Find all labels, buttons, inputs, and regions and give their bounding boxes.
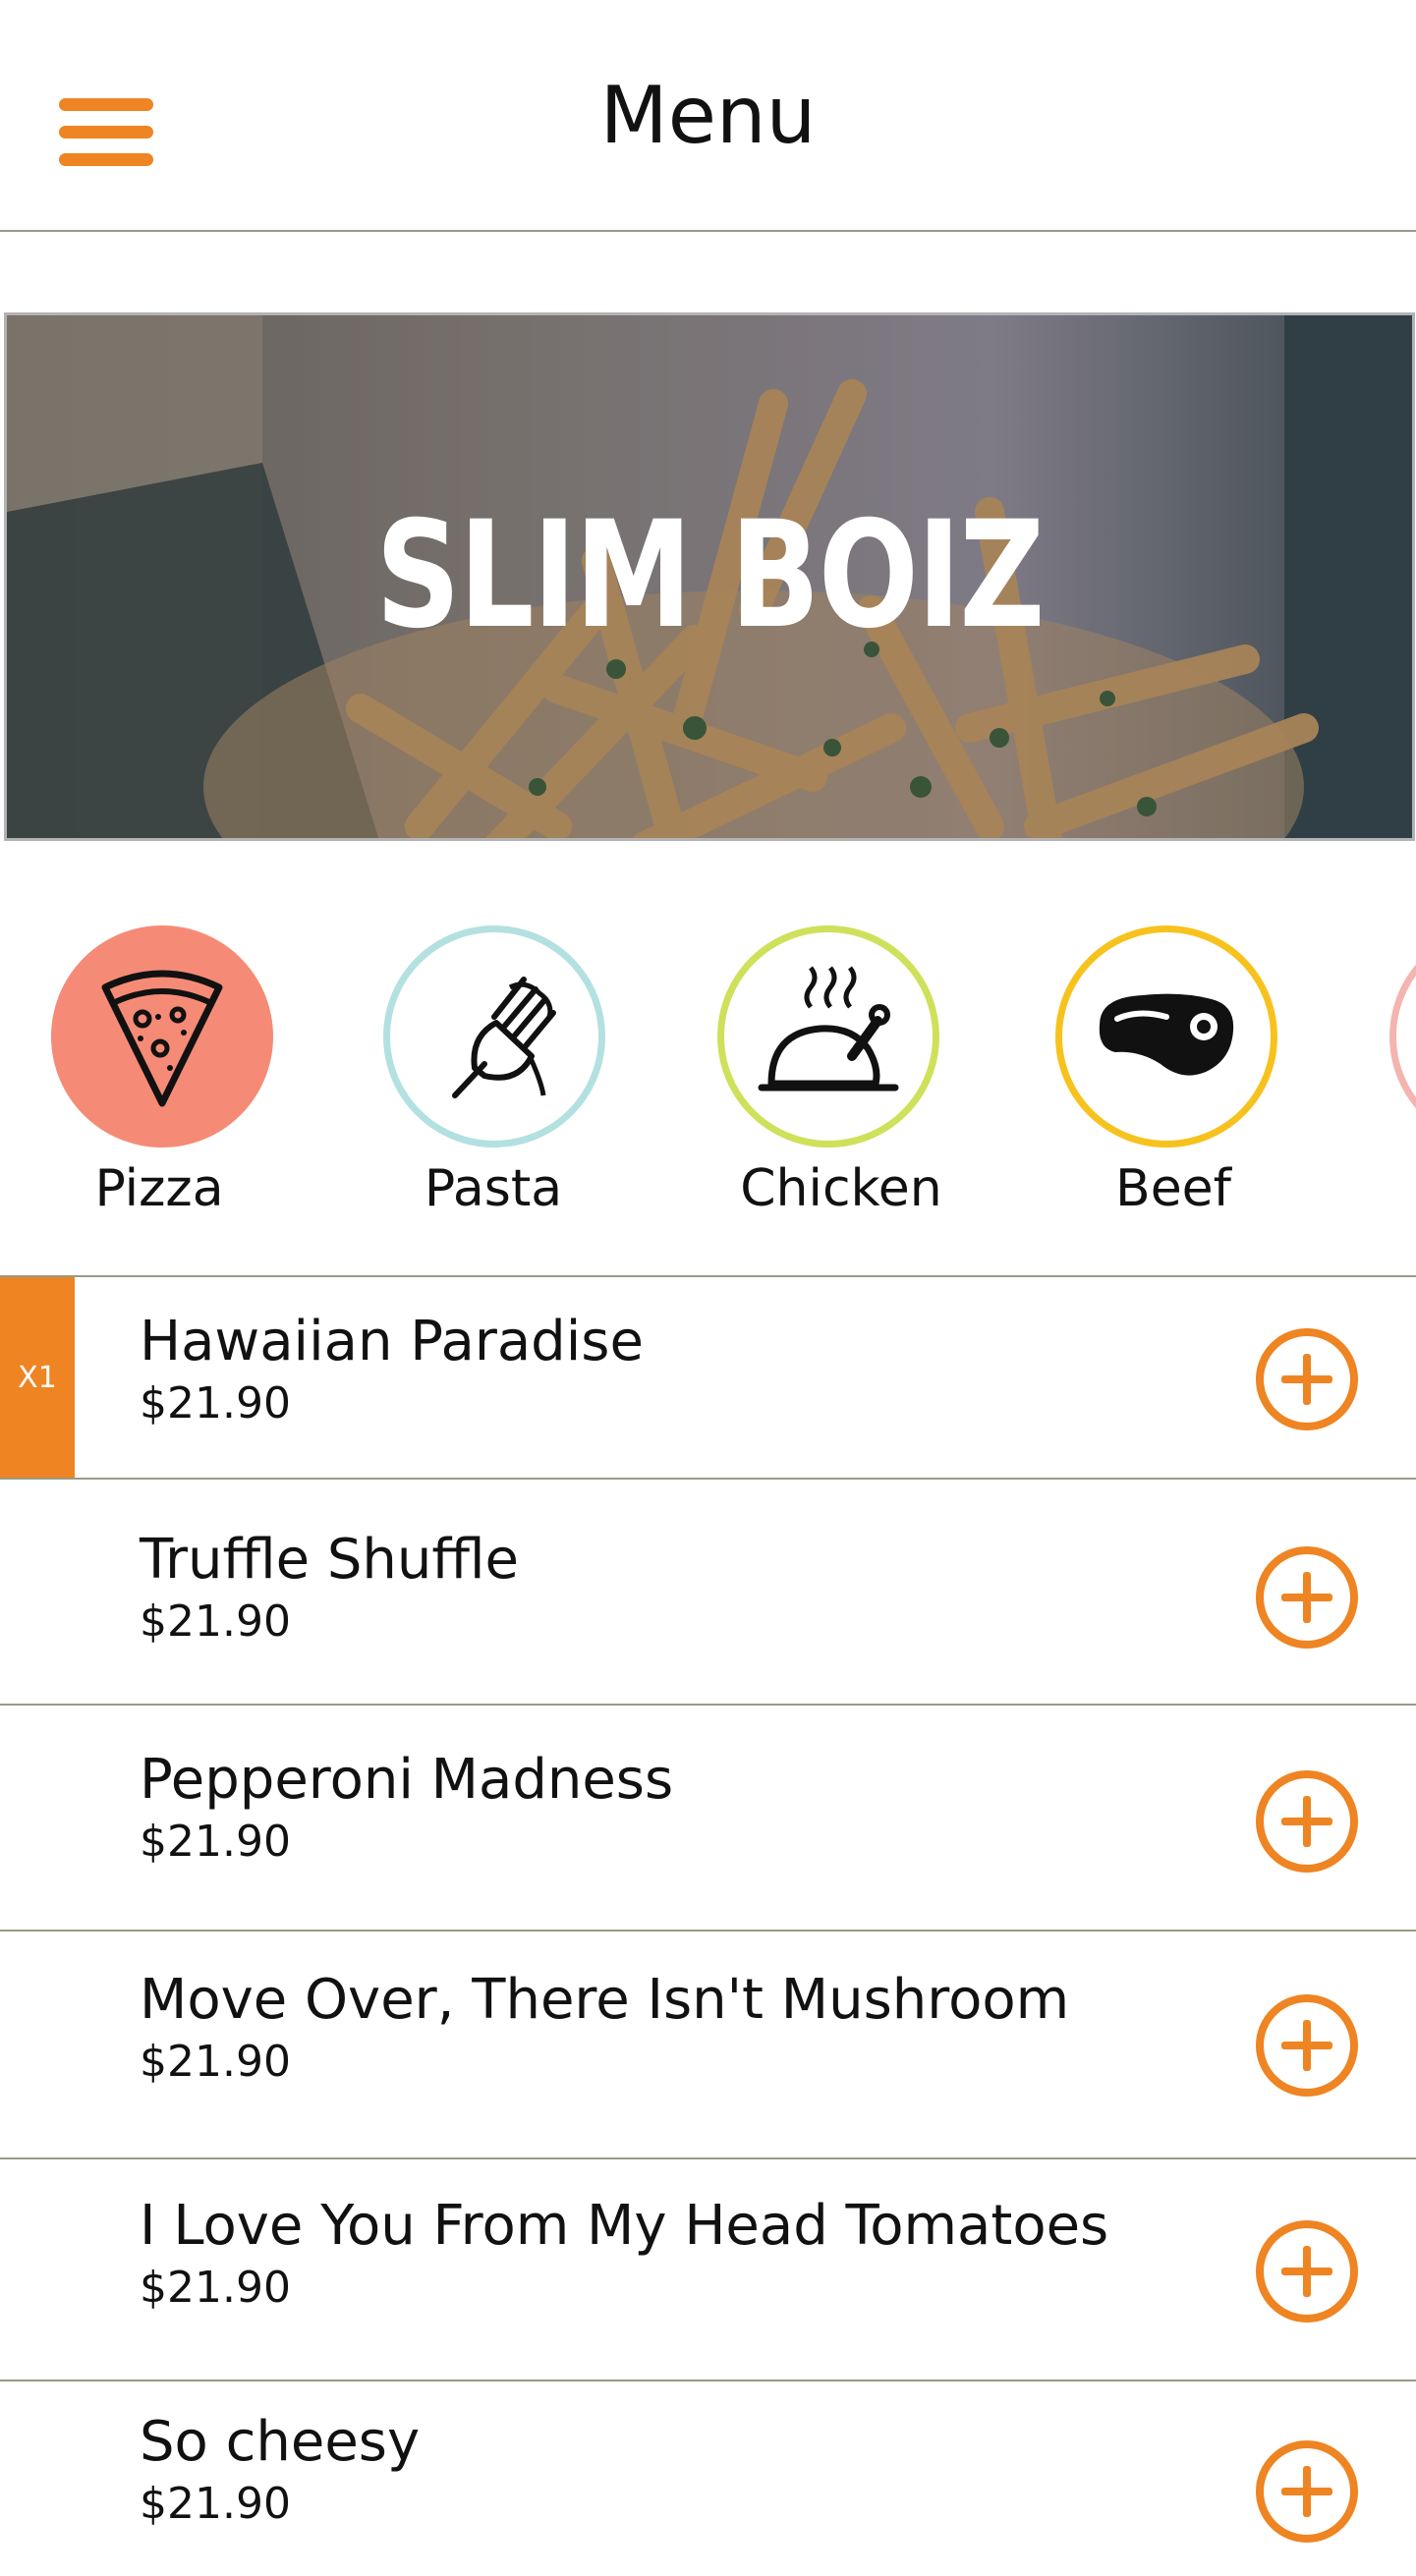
item-name: Move Over, There Isn't Mushroom — [140, 1968, 1070, 2032]
list-item[interactable]: Move Over, There Isn't Mushroom $21.90 — [0, 1930, 1416, 2157]
category-label: Beef — [1115, 1159, 1231, 1218]
item-name: Hawaiian Paradise — [140, 1310, 644, 1373]
add-item-button[interactable] — [1256, 2440, 1358, 2543]
item-name: So cheesy — [140, 2410, 421, 2474]
category-beef[interactable]: Beef — [1026, 914, 1321, 1228]
item-price: $21.90 — [140, 1817, 291, 1867]
hero-banner: SLIM BOIZ — [4, 312, 1415, 841]
add-item-button[interactable] — [1256, 1546, 1358, 1649]
quantity-badge: X1 — [0, 1277, 75, 1478]
category-label: Pasta — [424, 1159, 563, 1218]
add-item-button[interactable] — [1256, 1994, 1358, 2097]
list-item[interactable]: X1 Hawaiian Paradise $21.90 — [0, 1275, 1416, 1478]
category-circle-partial — [1389, 925, 1416, 1148]
list-item[interactable]: So cheesy $21.90 — [0, 2380, 1416, 2576]
category-more[interactable] — [1366, 914, 1416, 1228]
item-price: $21.90 — [140, 1596, 291, 1647]
category-label: Pizza — [94, 1159, 224, 1218]
page-title: Menu — [599, 70, 817, 161]
pizza-slice-icon — [51, 925, 273, 1148]
item-price: $21.90 — [140, 1378, 291, 1428]
category-pasta[interactable]: Pasta — [346, 914, 641, 1228]
category-carousel[interactable]: Pizza Pasta Chicken Beef — [0, 914, 1416, 1228]
fork-pasta-icon — [383, 925, 605, 1148]
list-item[interactable]: Truffle Shuffle $21.90 — [0, 1478, 1416, 1704]
list-item[interactable]: I Love You From My Head Tomatoes $21.90 — [0, 2157, 1416, 2380]
category-chicken[interactable]: Chicken — [694, 914, 989, 1228]
roast-chicken-icon — [717, 925, 939, 1148]
add-item-button[interactable] — [1256, 2220, 1358, 2323]
category-pizza[interactable]: Pizza — [12, 914, 307, 1228]
item-name: I Love You From My Head Tomatoes — [140, 2194, 1109, 2258]
item-name: Pepperoni Madness — [140, 1748, 674, 1812]
item-name: Truffle Shuffle — [140, 1528, 520, 1592]
item-price: $21.90 — [140, 2263, 291, 2313]
restaurant-name: SLIM BOIZ — [375, 490, 1045, 661]
steak-icon — [1055, 925, 1277, 1148]
item-price: $21.90 — [140, 2479, 291, 2529]
app-header: Menu — [0, 0, 1416, 232]
item-price: $21.90 — [140, 2037, 291, 2087]
add-item-button[interactable] — [1256, 1770, 1358, 1873]
list-item[interactable]: Pepperoni Madness $21.90 — [0, 1704, 1416, 1930]
category-label: Chicken — [740, 1159, 942, 1218]
add-item-button[interactable] — [1256, 1328, 1358, 1430]
